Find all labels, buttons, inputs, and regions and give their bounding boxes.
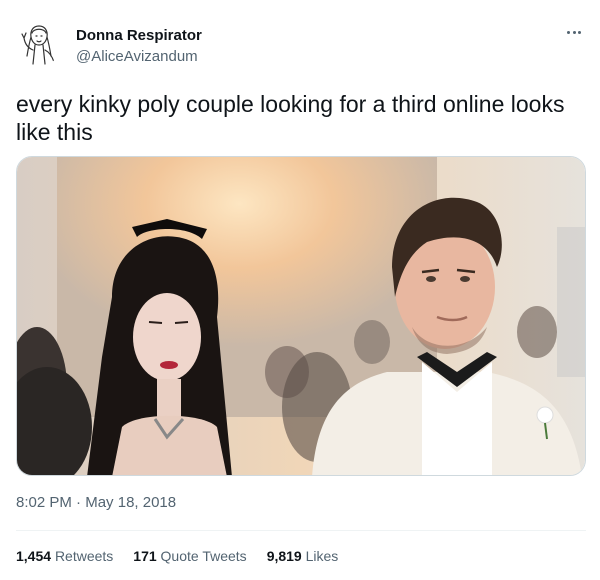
retweets-count: 1,454 bbox=[16, 548, 52, 564]
display-name[interactable]: Donna Respirator bbox=[76, 27, 202, 44]
retweets-stat[interactable]: 1,454 Retweets bbox=[16, 548, 113, 564]
photo-image bbox=[17, 157, 585, 475]
tweet-timestamp[interactable]: 8:02 PM · May 18, 2018 bbox=[16, 494, 176, 511]
tweet-photo[interactable] bbox=[16, 156, 586, 476]
tweet-date[interactable]: May 18, 2018 bbox=[85, 494, 176, 511]
user-handle[interactable]: @AliceAvizandum bbox=[76, 48, 198, 65]
tweet-text: every kinky poly couple looking for a th… bbox=[16, 91, 565, 145]
quote-tweets-stat[interactable]: 171 Quote Tweets bbox=[133, 548, 246, 564]
more-options-icon[interactable] bbox=[562, 22, 586, 42]
likes-label: Likes bbox=[305, 548, 339, 564]
avatar[interactable] bbox=[16, 20, 62, 66]
divider bbox=[16, 530, 586, 531]
dot bbox=[572, 30, 576, 34]
quote-tweets-label: Quote Tweets bbox=[160, 548, 247, 564]
retweets-label: Retweets bbox=[54, 548, 114, 564]
quote-tweets-count: 171 bbox=[133, 548, 157, 564]
avatar-drawing-icon bbox=[21, 25, 55, 65]
engagement-stats: 1,454 Retweets 171 Quote Tweets 9,819 Li… bbox=[16, 548, 338, 564]
tweet-time[interactable]: 8:02 PM bbox=[16, 494, 72, 511]
dot bbox=[567, 30, 571, 34]
dot bbox=[577, 30, 581, 34]
tweet-card: Donna Respirator @AliceAvizandum every k… bbox=[0, 0, 600, 580]
likes-stat[interactable]: 9,819 Likes bbox=[267, 548, 339, 564]
timestamp-separator: · bbox=[76, 494, 82, 511]
likes-count: 9,819 bbox=[266, 548, 302, 564]
